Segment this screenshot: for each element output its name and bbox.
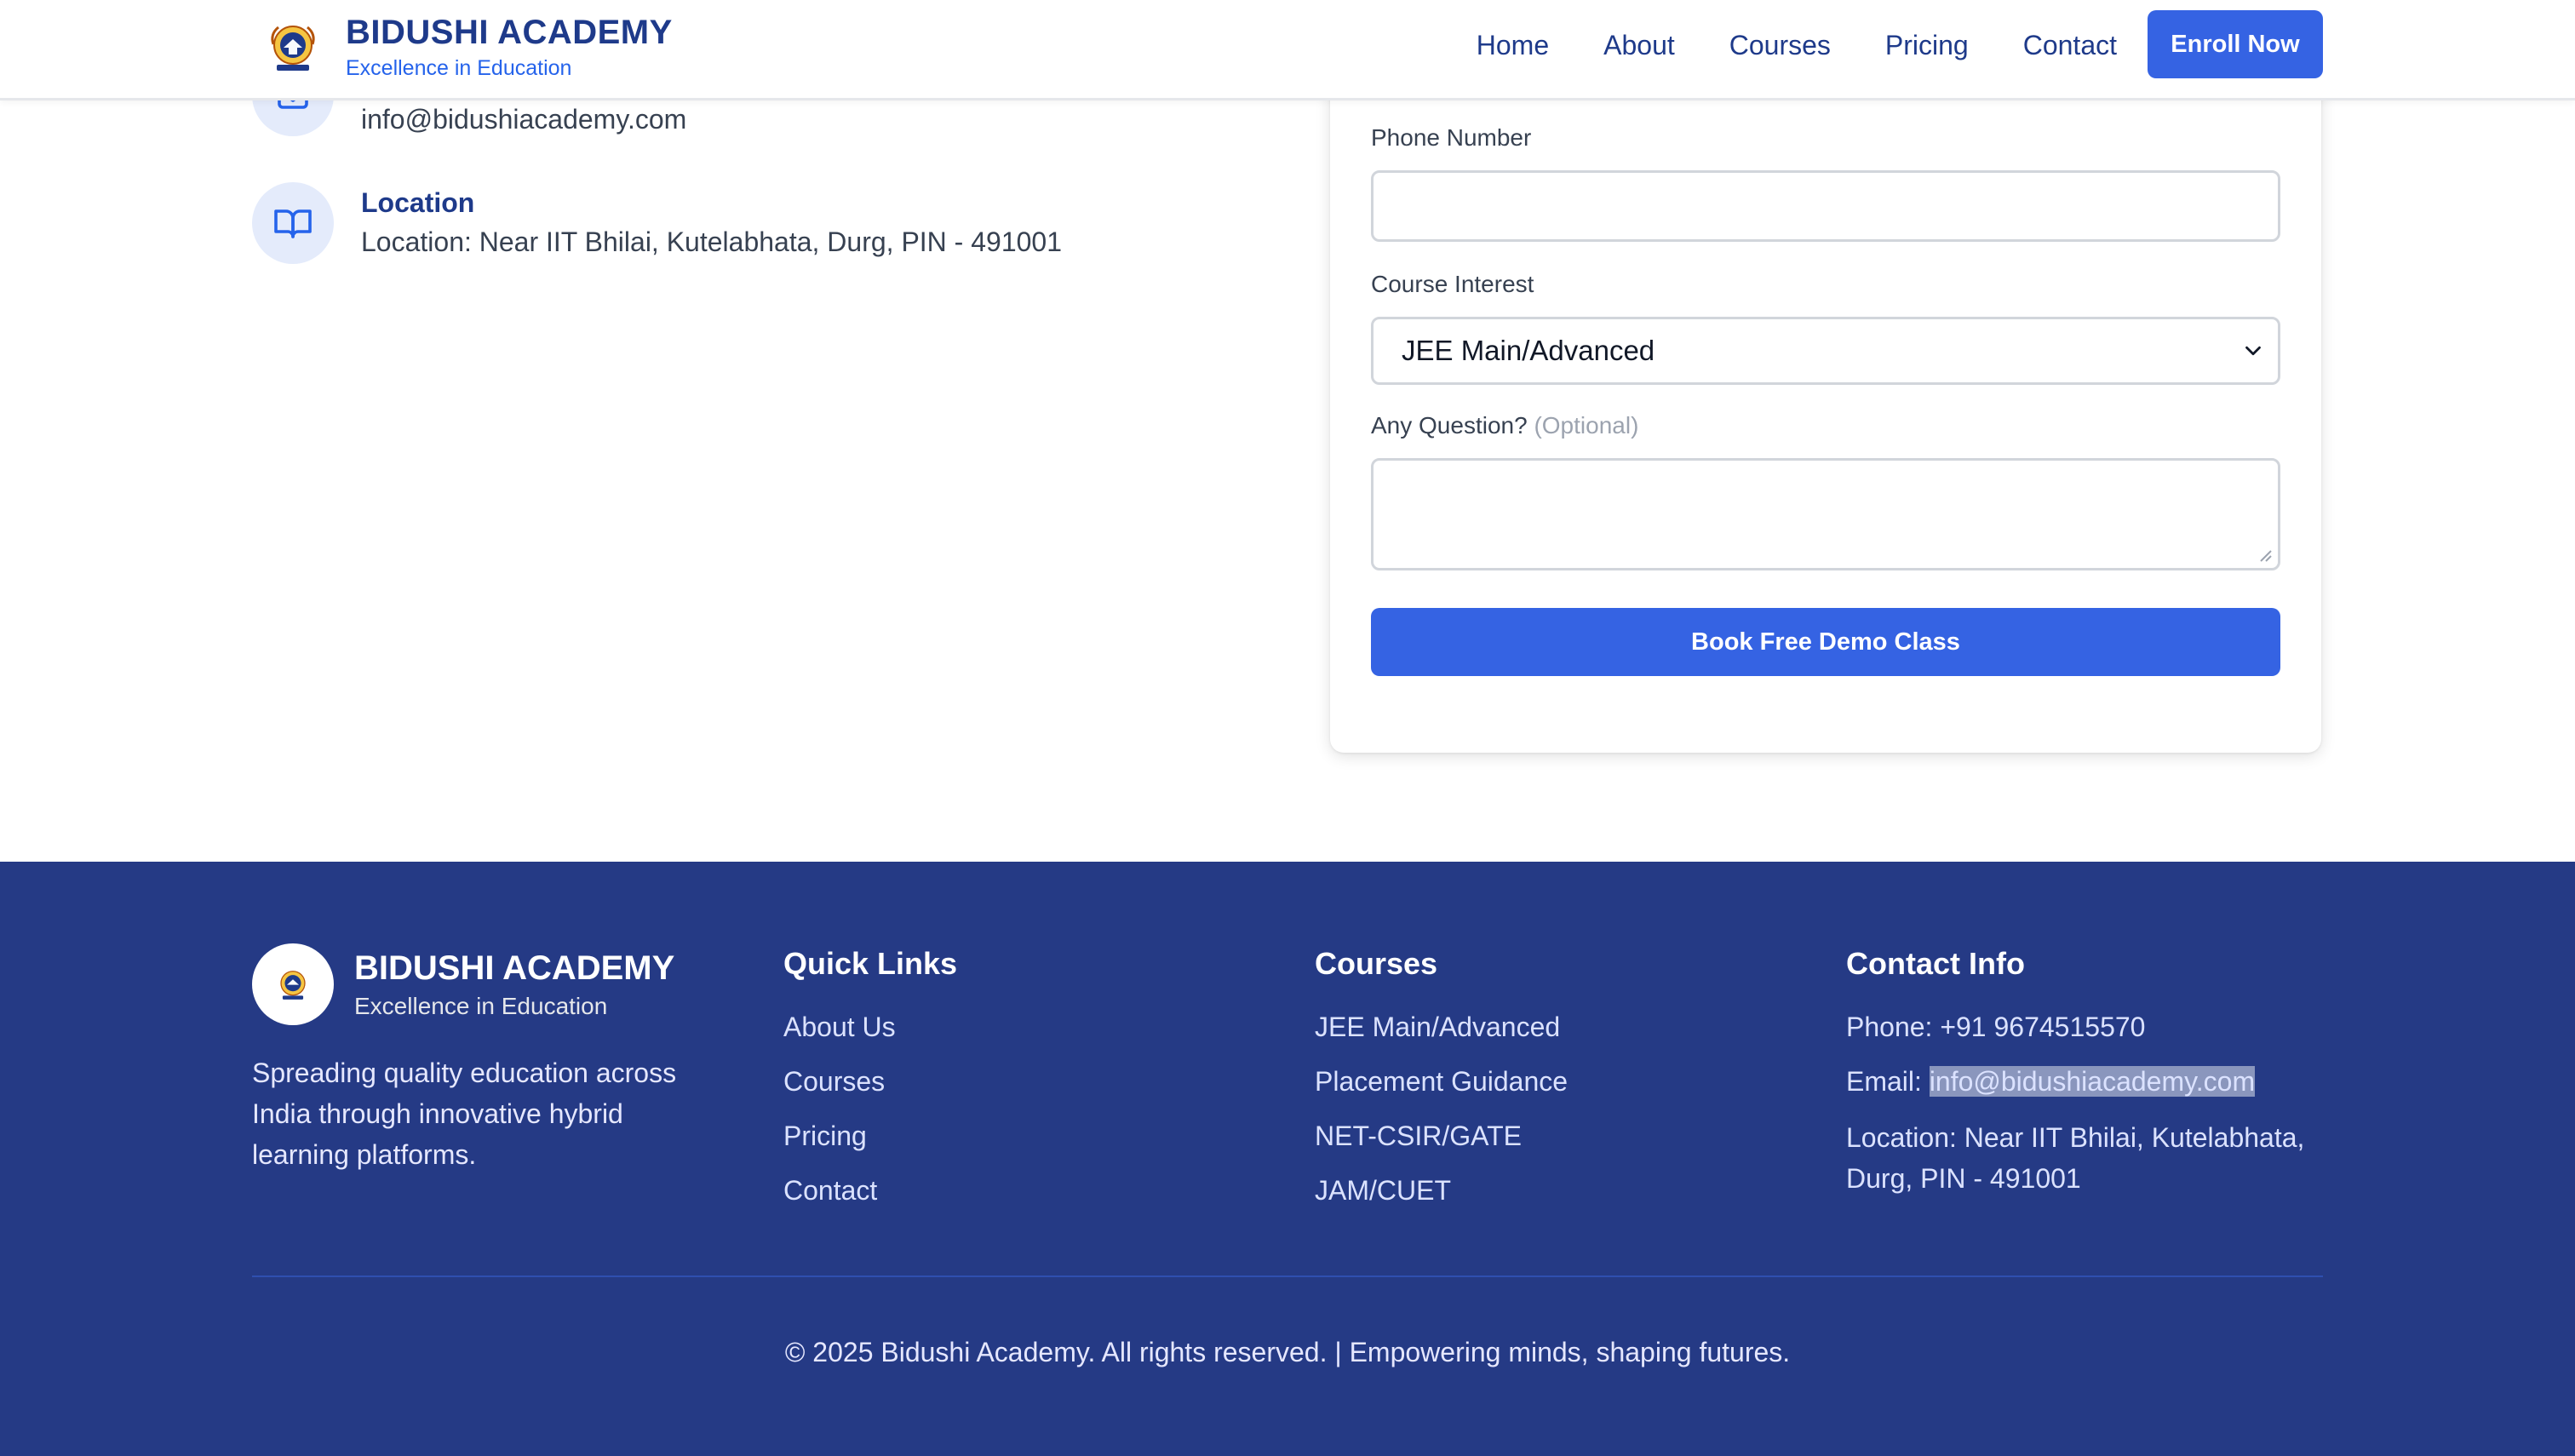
- contact-info-heading: Contact Info: [1846, 946, 2025, 981]
- footer-email-prefix: Email:: [1846, 1066, 1930, 1097]
- nav-courses[interactable]: Courses: [1729, 30, 1831, 61]
- brand[interactable]: BIDUSHI ACADEMY Excellence in Education: [266, 12, 673, 82]
- site-header: BIDUSHI ACADEMY Excellence in Education …: [0, 0, 2575, 100]
- chevron-down-icon: [2240, 338, 2266, 370]
- book-open-icon: [252, 182, 334, 264]
- phone-input[interactable]: [1371, 170, 2280, 242]
- footer-brand: BIDUSHI ACADEMY Excellence in Education: [252, 943, 674, 1025]
- copyright: © 2025 Bidushi Academy. All rights reser…: [784, 1337, 1791, 1367]
- footer-description: Spreading quality education across India…: [252, 1058, 677, 1170]
- footer-divider: [252, 1275, 2323, 1277]
- footer-courses: Courses JEE Main/Advanced Placement Guid…: [1315, 943, 1568, 1226]
- question-label-text: Any Question?: [1371, 412, 1528, 439]
- nav-about[interactable]: About: [1603, 30, 1675, 61]
- contact-location-label: Location: [361, 187, 475, 218]
- demo-booking-form: Phone Number Course Interest JEE Main/Ad…: [1330, 0, 2321, 753]
- brand-name: BIDUSHI ACADEMY: [346, 14, 673, 51]
- footer-email-link[interactable]: info@bidushiacademy.com: [1929, 1066, 2256, 1097]
- brand-tagline: Excellence in Education: [346, 56, 572, 80]
- course-interest-selected: JEE Main/Advanced: [1402, 335, 1655, 366]
- footer-link-courses[interactable]: Courses: [783, 1063, 957, 1100]
- footer-phone: Phone: +91 9674515570: [1846, 1012, 2146, 1042]
- academy-logo-icon: [252, 943, 334, 1025]
- footer-link-pricing[interactable]: Pricing: [783, 1117, 957, 1155]
- contact-location-value: Location: Near IIT Bhilai, Kutelabhata, …: [361, 226, 1062, 257]
- course-interest-select[interactable]: JEE Main/Advanced: [1371, 317, 2280, 385]
- question-textarea[interactable]: [1371, 458, 2280, 570]
- academy-logo-icon: [266, 18, 320, 76]
- footer-brand-name: BIDUSHI ACADEMY: [354, 949, 675, 987]
- footer-course-placement[interactable]: Placement Guidance: [1315, 1063, 1568, 1100]
- resize-grip-icon[interactable]: [2257, 547, 2273, 563]
- footer-course-jee[interactable]: JEE Main/Advanced: [1315, 1008, 1568, 1046]
- book-demo-button[interactable]: Book Free Demo Class: [1371, 608, 2280, 676]
- main-nav: Home About Courses Pricing Contact: [1477, 0, 2117, 90]
- contact-email-value: info@bidushiacademy.com: [361, 104, 687, 135]
- footer-brand-tagline: Excellence in Education: [354, 993, 608, 1019]
- footer-location: Location: Near IIT Bhilai, Kutelabhata, …: [1846, 1122, 2305, 1194]
- site-footer: BIDUSHI ACADEMY Excellence in Education …: [0, 862, 2575, 1456]
- footer-quick-links: Quick Links About Us Courses Pricing Con…: [783, 943, 957, 1226]
- footer-contact-info: Contact Info Phone: +91 9674515570 Email…: [1846, 943, 2323, 1199]
- contact-location-item: Location Location: Near IIT Bhilai, Kute…: [252, 182, 1062, 264]
- footer-email-line: Email: info@bidushiacademy.com: [1846, 1063, 2323, 1100]
- enroll-now-button[interactable]: Enroll Now: [2148, 10, 2323, 78]
- nav-home[interactable]: Home: [1477, 30, 1549, 61]
- question-label: Any Question? (Optional): [1371, 412, 1638, 439]
- footer-link-about[interactable]: About Us: [783, 1008, 957, 1046]
- footer-course-jam-cuet[interactable]: JAM/CUET: [1315, 1172, 1568, 1209]
- courses-heading: Courses: [1315, 946, 1438, 981]
- course-interest-label: Course Interest: [1371, 271, 1534, 297]
- footer-link-contact[interactable]: Contact: [783, 1172, 957, 1209]
- footer-course-net-gate[interactable]: NET-CSIR/GATE: [1315, 1117, 1568, 1155]
- nav-pricing[interactable]: Pricing: [1885, 30, 1969, 61]
- question-optional-hint: (Optional): [1534, 412, 1639, 439]
- phone-label: Phone Number: [1371, 124, 1532, 151]
- nav-contact[interactable]: Contact: [2023, 30, 2117, 61]
- quick-links-heading: Quick Links: [783, 946, 958, 981]
